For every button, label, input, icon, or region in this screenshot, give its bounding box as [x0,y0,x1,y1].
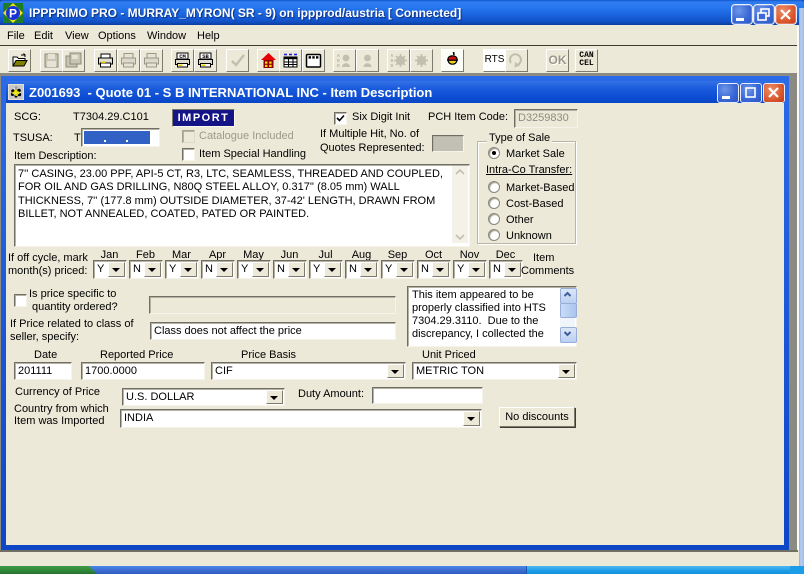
svg-text:SB: SB [202,53,209,60]
svg-text:D: D [391,63,394,69]
svg-text:D: D [337,63,340,69]
svg-text:P: P [9,7,17,21]
svg-text:CM: CM [179,53,186,60]
